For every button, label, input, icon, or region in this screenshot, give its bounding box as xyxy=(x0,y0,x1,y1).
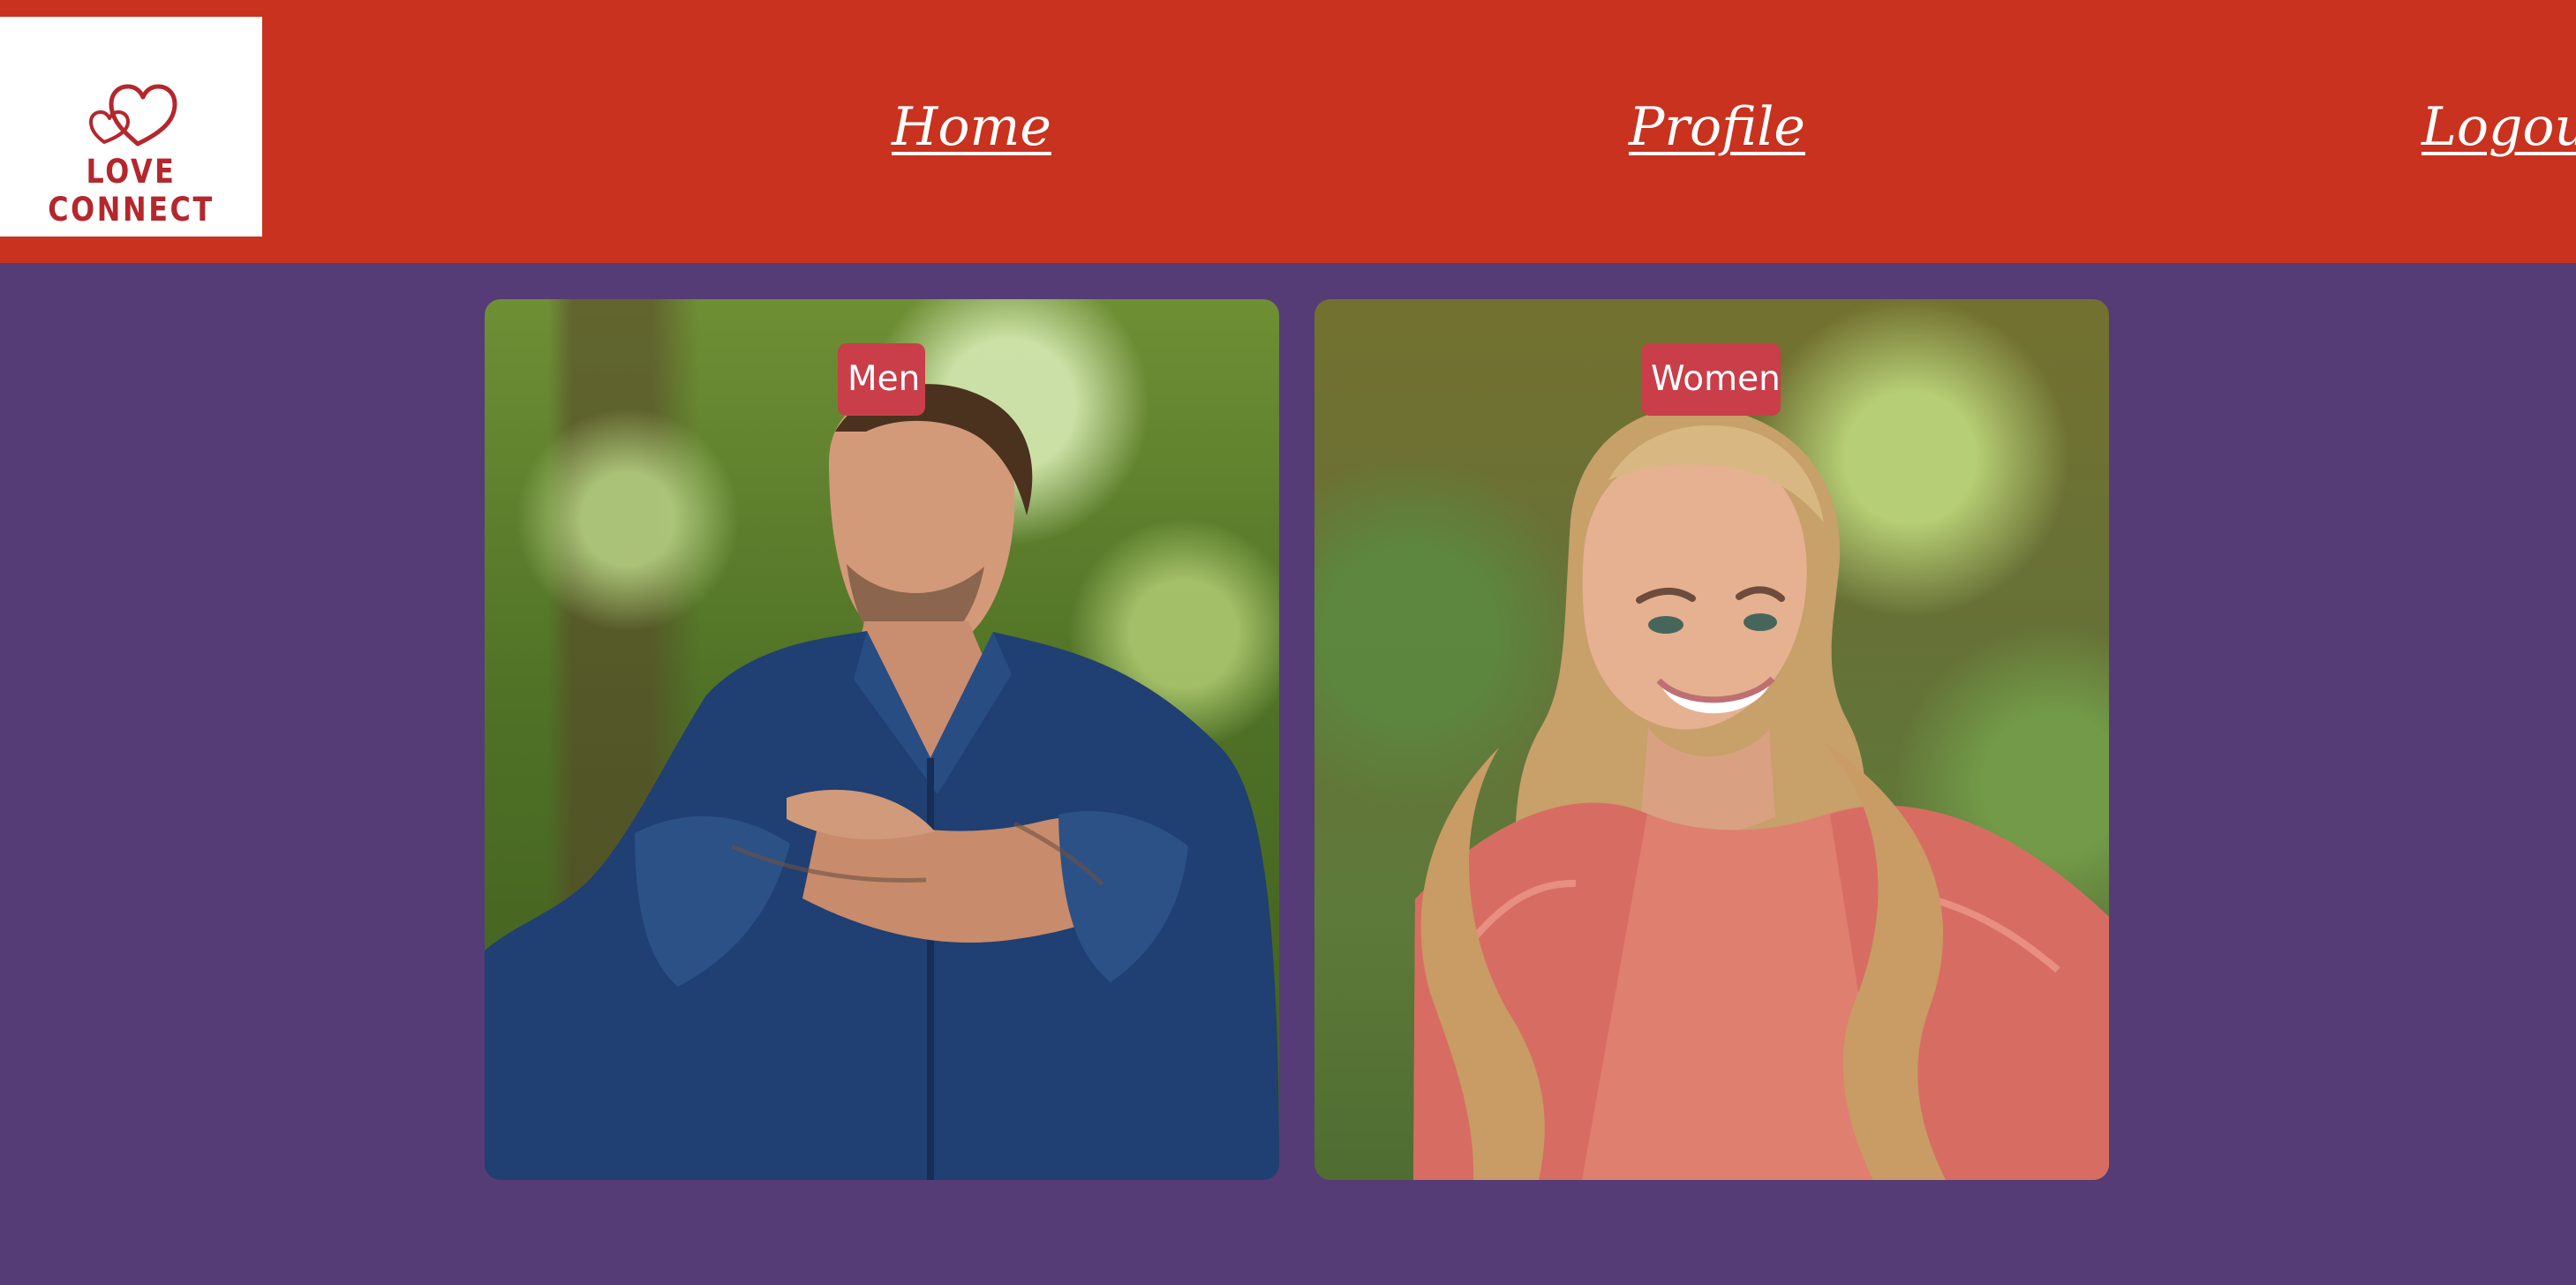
top-navbar: LOVE CONNECT Home Profile Logout xyxy=(0,0,2576,263)
man-portrait-image xyxy=(485,384,1279,1180)
men-category-card[interactable]: Men xyxy=(485,299,1279,1180)
hearts-icon xyxy=(89,84,177,147)
men-category-badge[interactable]: Men xyxy=(838,343,925,416)
nav-home-link[interactable]: Home xyxy=(892,92,1051,162)
woman-portrait-image xyxy=(1413,406,2109,1180)
nav-profile-link[interactable]: Profile xyxy=(1629,92,1805,162)
women-category-badge[interactable]: Women xyxy=(1641,343,1781,416)
women-category-card[interactable]: Women xyxy=(1314,299,2109,1180)
brand-name: LOVE CONNECT xyxy=(48,153,215,229)
brand-logo[interactable]: LOVE CONNECT xyxy=(0,17,262,237)
nav-logout-link[interactable]: Logout xyxy=(2422,92,2576,162)
